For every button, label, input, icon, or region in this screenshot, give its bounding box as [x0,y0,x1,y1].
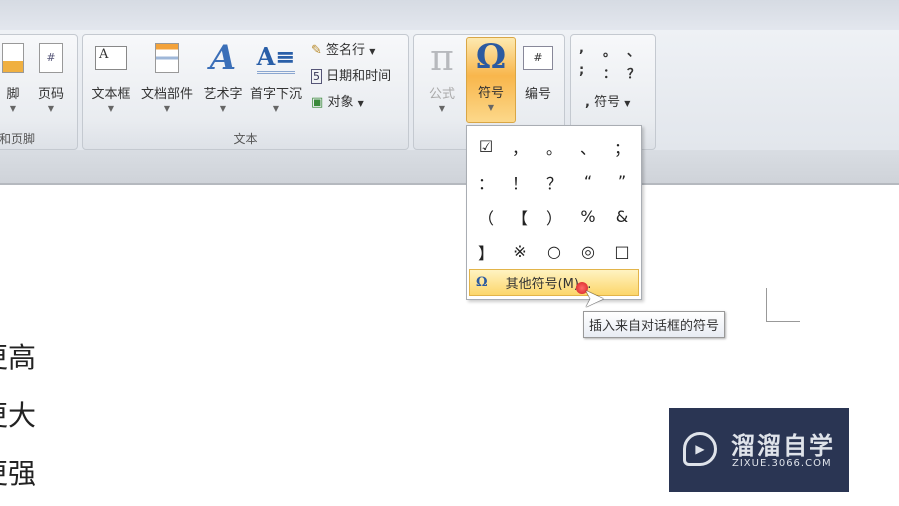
symbol-cell[interactable]: ☑ [469,129,503,164]
signature-icon: ✎ [311,43,322,58]
object-icon: ▣ [311,95,324,110]
date-time-button[interactable]: 5 日期和时间 [311,65,391,84]
symbol-cell[interactable]: ○ [537,234,571,269]
drop-cap-label: 首字下沉 [249,87,302,102]
wordart-button[interactable]: A 艺术字 ▼ [197,38,249,119]
text-box-button[interactable]: A 文本框 ▼ [85,39,137,119]
numbering-button[interactable]: # 编号 [518,39,558,119]
symbol-cell[interactable]: ） [537,199,571,234]
special-char[interactable]: , [579,41,603,63]
equation-label: 公式 [428,87,455,102]
group-label: 和页脚 [0,132,36,146]
page-number-label: 页码 [37,87,64,102]
wordart-icon: A [209,38,237,78]
omega-icon: Ω [475,37,507,77]
calendar-icon: 5 [311,69,322,84]
title-bar [0,0,899,30]
text-box-icon: A [95,46,127,70]
symbol-cell[interactable]: 。 [537,129,571,164]
watermark-url: ZIXUE.3066.COM [732,458,832,469]
numbering-label: 编号 [524,87,551,102]
header-footer-group: 脚 ▼ # 页码 ▼ 和页脚 [0,34,78,150]
quick-parts-button[interactable]: 文档部件 ▼ [139,39,195,119]
signature-label: 签名行 [326,43,366,58]
symbol-cell[interactable]: 【 [503,199,537,234]
group-label: 文本 [233,132,258,146]
wordart-label: 艺术字 [203,87,243,102]
symbol-cell[interactable]: ？ [537,164,571,199]
symbol-cell[interactable]: ◎ [571,234,605,269]
pi-icon: π [430,37,454,79]
ruler-strip [0,150,899,185]
symbol-cell[interactable]: □ [605,234,639,269]
symbol-cell[interactable]: & [605,199,639,234]
page-corner-mark [766,288,800,322]
object-button[interactable]: ▣ 对象 ▼ [311,91,364,110]
drop-cap-icon: A≡ [256,42,296,74]
document-line[interactable]: 更大 [0,394,36,434]
symbol-button[interactable]: Ω 符号 ▼ [466,37,516,123]
more-symbols-item[interactable]: Ω 其他符号(M)... [469,269,639,296]
symbol-cell[interactable]: ， [503,129,537,164]
play-icon: ▶ [683,432,717,466]
symbol-cell[interactable]: ！ [503,164,537,199]
page-number-icon: # [39,43,63,73]
tooltip: 插入来自对话框的符号 [583,311,726,338]
text-box-label: 文本框 [91,87,131,102]
special-char[interactable]: 。 [603,41,627,63]
object-label: 对象 [327,95,354,110]
numbering-icon: # [523,46,553,70]
document-line[interactable]: 更强 [0,452,36,492]
symbol-cell[interactable]: ” [605,164,639,199]
symbol-cell[interactable]: ； [605,129,639,164]
date-time-label: 日期和时间 [326,69,392,84]
symbol-cell[interactable]: ： [469,164,503,199]
footer-icon [2,43,24,73]
document-line[interactable]: 更高 [0,336,36,376]
text-group: A 文本框 ▼ 文档部件 ▼ A 艺术字 ▼ A≡ 首字下沉 ▼ ✎ 签名行 ▼ 5 日… [82,34,409,150]
watermark-name: 溜溜自学 [731,432,835,460]
special-char[interactable]: 、 [627,41,651,63]
equation-button[interactable]: π 公式 ▼ [416,37,468,119]
quick-parts-label: 文档部件 [140,87,193,102]
signature-line-button[interactable]: ✎ 签名行 ▼ [311,39,375,58]
symbol-cell[interactable]: % [571,199,605,234]
symbol-cell[interactable]: 】 [469,234,503,269]
symbol-dropdown: ☑，。、； ：！？ “” （【）% & 】 ※ ○ ◎ □ Ω 其他符号(M)... [466,125,642,300]
mouse-cursor-icon: ➤ [583,284,605,314]
special-char[interactable]: ; [579,63,603,85]
symbol-cell[interactable]: 、 [571,129,605,164]
quick-parts-icon [155,43,179,73]
watermark-logo: ▶ 溜溜自学 ZIXUE.3066.COM [669,408,849,492]
special-symbol-button[interactable]: , 符号 ▼ [585,91,630,110]
symbol-cell[interactable]: “ [571,164,605,199]
special-symbol-label: 符号 [594,95,621,110]
special-char[interactable]: ？ [627,63,651,85]
drop-cap-button[interactable]: A≡ 首字下沉 ▼ [247,39,305,119]
special-char[interactable]: ： [603,63,627,85]
page-number-button[interactable]: # 页码 ▼ [25,39,77,119]
symbol-label: 符号 [477,86,504,101]
symbol-cell[interactable]: （ [469,199,503,234]
symbol-cell[interactable]: ※ [503,234,537,269]
omega-icon: Ω [476,275,488,290]
